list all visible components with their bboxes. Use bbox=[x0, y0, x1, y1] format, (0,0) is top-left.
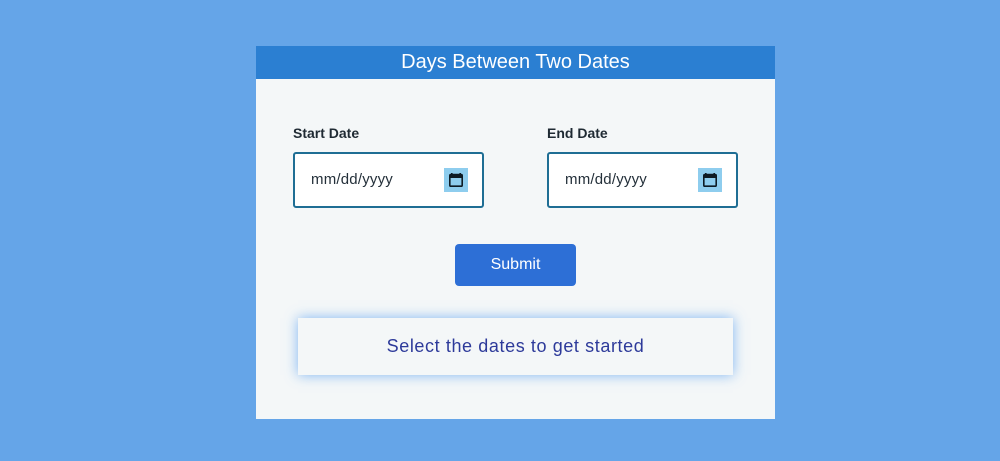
page-title: Days Between Two Dates bbox=[256, 46, 775, 79]
end-date-picker-button[interactable] bbox=[698, 168, 722, 192]
start-date-input[interactable]: mm/dd/yyyy bbox=[293, 152, 484, 208]
start-date-label: Start Date bbox=[293, 125, 360, 141]
end-date-label: End Date bbox=[547, 125, 608, 141]
start-date-field: Start Date mm/dd/yyyy bbox=[293, 125, 484, 208]
submit-button[interactable]: Submit bbox=[455, 244, 576, 286]
start-date-placeholder: mm/dd/yyyy bbox=[311, 171, 394, 188]
days-between-card: Days Between Two Dates Start Date mm/dd/… bbox=[256, 46, 775, 419]
result-panel: Select the dates to get started bbox=[298, 318, 733, 375]
start-date-picker-button[interactable] bbox=[444, 168, 468, 192]
end-date-input[interactable]: mm/dd/yyyy bbox=[547, 152, 738, 208]
result-message: Select the dates to get started bbox=[386, 336, 645, 356]
end-date-placeholder: mm/dd/yyyy bbox=[565, 171, 648, 188]
end-date-field: End Date mm/dd/yyyy bbox=[547, 125, 738, 208]
calendar-icon bbox=[448, 173, 463, 188]
calendar-icon bbox=[702, 173, 717, 188]
